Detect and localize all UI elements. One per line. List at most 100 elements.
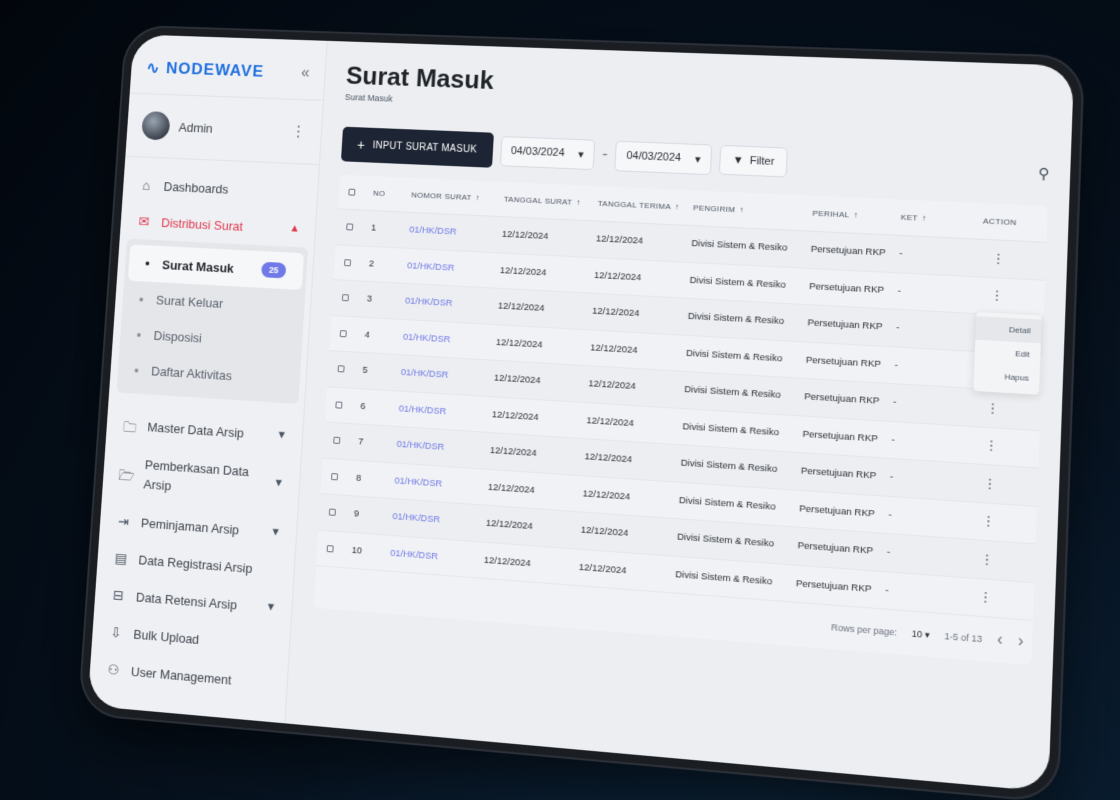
chevron-up-icon: ▲ [289, 223, 300, 235]
cell-nomor[interactable]: 01/HK/DSR [398, 403, 492, 420]
search-icon[interactable]: ⚲ [1038, 164, 1049, 182]
sort-arrow-icon: ↑ [675, 202, 680, 211]
menu-item-hapus[interactable]: Hapus [973, 363, 1039, 390]
col-pengirim[interactable]: PENGIRIM ↑ [693, 203, 813, 217]
cell-pengirim: Divisi Sistem & Resiko [682, 421, 803, 440]
row-checkbox[interactable] [333, 437, 340, 444]
login-icon: ⇥ [115, 513, 133, 530]
submenu-distribusi: Surat Masuk 25 Surat Keluar Disposisi Da… [116, 239, 308, 404]
col-nomor[interactable]: NOMOR SURAT ↑ [411, 191, 504, 204]
avatar[interactable] [141, 111, 170, 140]
col-perihal[interactable]: PERIHAL ↑ [812, 209, 901, 222]
row-checkbox[interactable] [335, 401, 342, 408]
row-checkbox[interactable] [338, 365, 345, 372]
surat-table: NO NOMOR SURAT ↑ TANGGAL SURAT ↑ TANGGAL T… [314, 175, 1048, 665]
sidebar-item-label: Surat Masuk [162, 257, 235, 275]
sort-arrow-icon: ↑ [475, 193, 480, 202]
sidebar-item-label: Master Data Arsip [147, 419, 244, 440]
user-gear-icon: ⚇ [104, 661, 122, 678]
cell-tgl-surat: 12/12/2024 [484, 555, 580, 573]
more-vertical-icon[interactable]: ⋮ [950, 549, 1025, 571]
date-from-select[interactable]: 04/03/2024 ▾ [499, 135, 595, 169]
cell-nomor[interactable]: 01/HK/DSR [403, 332, 497, 348]
cell-nomor[interactable]: 01/HK/DSR [405, 296, 498, 312]
cell-ket: - [888, 509, 951, 525]
more-vertical-icon[interactable]: ⋮ [948, 587, 1023, 609]
cell-no: 8 [356, 473, 395, 487]
col-label: KET [901, 213, 918, 223]
cell-tgl-terima: 12/12/2024 [580, 525, 677, 543]
cell-tgl-terima: 12/12/2024 [586, 415, 683, 432]
double-chevron-left-icon[interactable]: « [301, 65, 310, 82]
cell-no: 5 [362, 365, 401, 378]
document-icon: ▤ [112, 550, 130, 567]
rows-per-page-value: 10 [912, 628, 923, 639]
more-vertical-icon[interactable]: ⋮ [954, 435, 1029, 456]
folder-icon: 🗀 [121, 417, 139, 434]
cell-tgl-terima: 12/12/2024 [582, 488, 679, 506]
cell-perihal: Persetujuan RKP [802, 428, 891, 445]
row-checkbox[interactable] [340, 330, 347, 337]
cell-nomor[interactable]: 01/HK/DSR [390, 548, 484, 566]
cell-nomor[interactable]: 01/HK/DSR [394, 475, 488, 492]
date-from-value: 04/03/2024 [511, 145, 565, 159]
cell-no: 3 [367, 294, 406, 307]
row-checkbox[interactable] [344, 259, 351, 266]
col-ket[interactable]: KET ↑ [901, 213, 964, 225]
select-all-checkbox[interactable] [348, 189, 355, 196]
sidebar-item-label: Surat Keluar [156, 293, 224, 311]
row-checkbox[interactable] [331, 473, 338, 480]
cell-perihal: Persetujuan RKP [809, 281, 898, 297]
sidebar-item-label: User Management [131, 664, 232, 687]
more-vertical-icon[interactable]: ⋮ [956, 398, 1031, 419]
rows-per-page-select[interactable]: 10 ▾ [912, 628, 930, 641]
brand-logo[interactable]: ∿ NODEWAVE [145, 58, 264, 82]
row-checkbox[interactable] [346, 224, 353, 231]
more-vertical-icon[interactable]: ⋮ [961, 249, 1035, 269]
filter-button[interactable]: ▼ Filter [719, 145, 788, 178]
date-to-select[interactable]: 04/03/2024 ▾ [615, 140, 713, 175]
cell-nomor[interactable]: 01/HK/DSR [396, 439, 490, 456]
col-tgl-terima[interactable]: TANGGAL TERIMA ↑ [598, 199, 694, 212]
sidebar-item-label: Daftar Aktivitas [151, 364, 233, 383]
more-vertical-icon[interactable]: ⋮ [953, 473, 1028, 494]
col-tgl-surat[interactable]: TANGGAL SURAT ↑ [504, 195, 598, 208]
chevron-right-icon[interactable]: › [1017, 632, 1023, 651]
bullet-icon [145, 261, 149, 265]
inbox-icon: ⊟ [110, 587, 128, 604]
cell-tgl-terima: 12/12/2024 [579, 562, 676, 580]
cell-no: 4 [364, 329, 403, 342]
more-vertical-icon[interactable]: ⋮ [960, 286, 1034, 306]
cell-tgl-terima: 12/12/2024 [584, 451, 681, 468]
chevron-left-icon[interactable]: ‹ [997, 631, 1003, 650]
cell-perihal: Persetujuan RKP [806, 354, 895, 370]
sidebar-item-label: Bulk Upload [133, 626, 200, 646]
rows-per-page-label: Rows per page: [831, 622, 897, 638]
chevron-down-icon: ▼ [265, 601, 276, 614]
cell-ket: - [896, 322, 959, 337]
cell-nomor[interactable]: 01/HK/DSR [392, 511, 486, 529]
sidebar-item-label: Distribusi Surat [161, 215, 244, 233]
more-vertical-icon[interactable]: ⋮ [290, 122, 306, 142]
cell-tgl-surat: 12/12/2024 [494, 373, 589, 390]
input-surat-masuk-button[interactable]: + INPUT SURAT MASUK [341, 127, 494, 168]
row-checkbox[interactable] [327, 545, 334, 552]
col-label: PERIHAL [812, 209, 850, 220]
caret-down-icon: ▾ [578, 147, 584, 160]
menu-item-detail[interactable]: Detail [975, 316, 1041, 343]
cell-nomor[interactable]: 01/HK/DSR [401, 367, 495, 383]
cell-ket: - [897, 285, 960, 299]
cell-perihal: Persetujuan RKP [796, 578, 886, 596]
more-vertical-icon[interactable]: ⋮ [951, 511, 1026, 533]
sort-arrow-icon: ↑ [922, 214, 927, 223]
date-to-value: 04/03/2024 [626, 150, 681, 164]
row-checkbox[interactable] [342, 294, 349, 301]
row-checkbox[interactable] [329, 509, 336, 516]
cell-nomor[interactable]: 01/HK/DSR [409, 225, 502, 240]
cell-perihal: Persetujuan RKP [807, 318, 896, 334]
plus-icon: + [357, 137, 366, 153]
user-profile[interactable]: Admin ⋮ [125, 93, 323, 166]
cell-nomor[interactable]: 01/HK/DSR [407, 260, 500, 276]
wave-logo-icon: ∿ [145, 58, 161, 78]
sidebar-item-label: Pemberkasan Data Arsip [143, 455, 258, 501]
